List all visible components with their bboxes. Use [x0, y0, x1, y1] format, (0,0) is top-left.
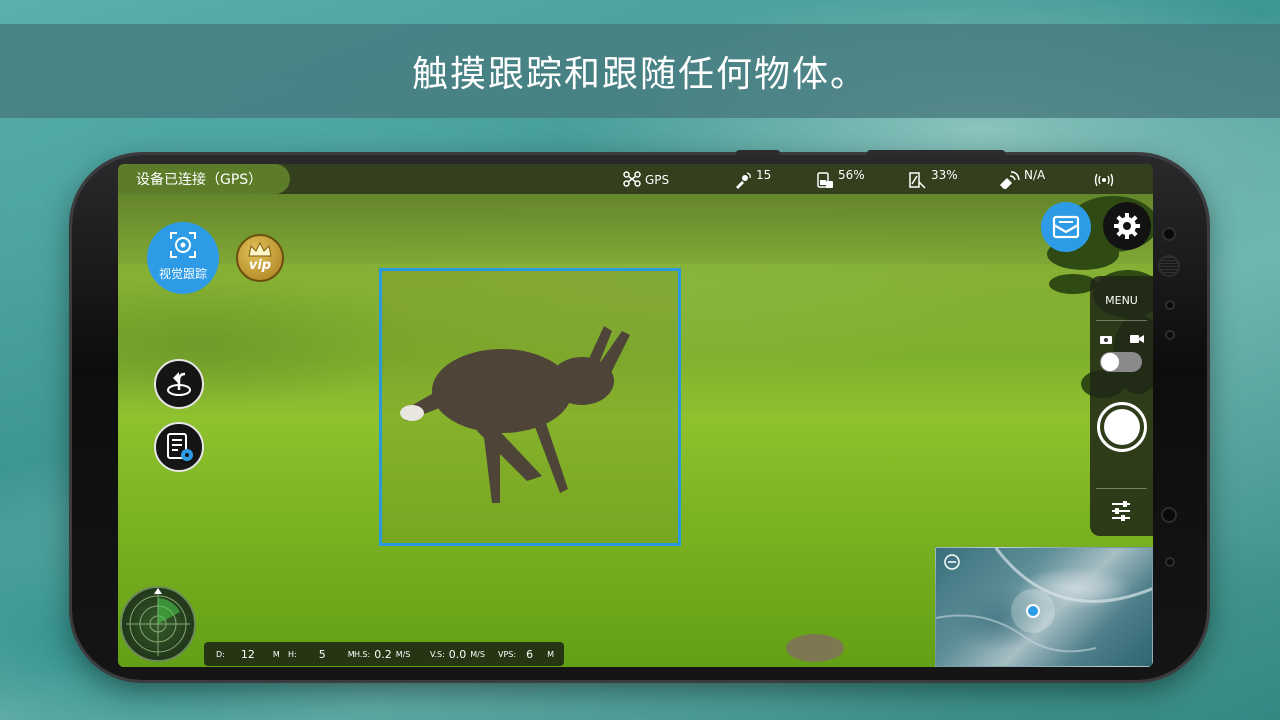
drone-battery-value: 56%: [838, 168, 865, 182]
rc-battery-icon: [909, 172, 926, 189]
wifi-icon: [1094, 173, 1114, 187]
telemetry-distance: D: 12 M: [216, 647, 280, 661]
rock: [786, 634, 844, 662]
radar-icon: [126, 588, 190, 656]
telemetry-vps: VPS: 6 M: [498, 647, 554, 661]
camera-control-panel: MENU: [1090, 276, 1153, 536]
camera-screen[interactable]: 设备已连接（GPS） GPS 15 56% 33% N/A 视觉跟踪 vip M…: [118, 164, 1153, 667]
telemetry-vertical-speed: V.S: 0.0 M/S: [430, 647, 485, 661]
settings-button[interactable]: [1103, 202, 1151, 250]
panel-divider: [1096, 488, 1147, 489]
telemetry-bar: D: 12 M H: 5 M H.S: 0.2 M/S V.S: 0.0 M/S…: [204, 642, 564, 666]
vip-label: vip: [248, 258, 272, 273]
return-home-button[interactable]: [154, 359, 204, 409]
return-home-icon: [167, 372, 191, 396]
telemetry-horizontal-speed: H.S: 0.2 M/S: [354, 647, 411, 661]
message-button[interactable]: [1041, 202, 1091, 252]
phone-volume-button: [867, 150, 1005, 156]
rc-signal-value: N/A: [1024, 168, 1046, 182]
rc-signal-icon: [999, 171, 1020, 189]
drone-icon: [623, 171, 641, 187]
headline-banner: 触摸跟踪和跟随任何物体。: [0, 24, 1280, 118]
minimap[interactable]: [935, 547, 1153, 667]
shutter-button[interactable]: [1097, 402, 1147, 452]
message-icon: [1052, 215, 1080, 239]
rc-battery-value: 33%: [931, 168, 958, 182]
camera-icon: [1100, 336, 1112, 344]
phone-sensor-dot: [1165, 300, 1175, 310]
visual-tracking-label: 视觉跟踪: [158, 267, 207, 281]
vip-button[interactable]: vip: [236, 234, 284, 282]
flight-mode-value: GPS: [645, 173, 670, 187]
toggle-knob: [1101, 353, 1119, 371]
video-icon: [1130, 335, 1144, 343]
visual-tracking-button[interactable]: 视觉跟踪: [147, 222, 219, 294]
connection-status-label: 设备已连接（GPS）: [136, 172, 263, 188]
wifi-status: [1094, 164, 1114, 194]
tracking-target-box[interactable]: [379, 268, 681, 546]
crown-icon: [248, 242, 272, 257]
menu-button[interactable]: MENU: [1090, 294, 1153, 307]
phone-camera-lens: [1162, 227, 1176, 241]
minimap-terrain: [936, 548, 1152, 653]
attitude-radar: [120, 586, 196, 662]
drone-battery: 56%: [816, 164, 865, 194]
rc-battery: 33%: [907, 164, 958, 194]
satellite-count-value: 15: [756, 168, 772, 182]
phone-side-button: [736, 150, 780, 156]
connection-status[interactable]: 设备已连接（GPS）: [118, 164, 290, 194]
phone-sensor-dot: [1165, 330, 1175, 340]
drone-battery-icon: [817, 172, 833, 188]
flight-log-button[interactable]: [154, 422, 204, 472]
headline-text: 触摸跟踪和跟随任何物体。: [411, 54, 868, 95]
telemetry-height: H: 5 M: [288, 647, 355, 661]
flight-mode: GPS: [623, 164, 669, 194]
status-bar: 设备已连接（GPS） GPS 15 56% 33% N/A: [118, 164, 1153, 194]
flight-log-icon: [167, 433, 193, 461]
phone-sensor-dot: [1165, 557, 1175, 567]
shutter-inner: [1104, 409, 1140, 445]
photo-video-toggle[interactable]: [1100, 352, 1142, 372]
track-target-icon: [170, 232, 196, 258]
phone-fingerprint: [1161, 507, 1177, 523]
tracked-hare: [400, 326, 630, 503]
satellite-count: 15: [734, 164, 771, 194]
rc-signal: N/A: [998, 164, 1045, 194]
phone-speaker-grille: [1158, 255, 1180, 277]
sliders-icon[interactable]: [1110, 500, 1132, 522]
satellite-icon: [736, 172, 751, 189]
panel-divider: [1096, 320, 1147, 321]
gear-icon: [1114, 213, 1140, 239]
